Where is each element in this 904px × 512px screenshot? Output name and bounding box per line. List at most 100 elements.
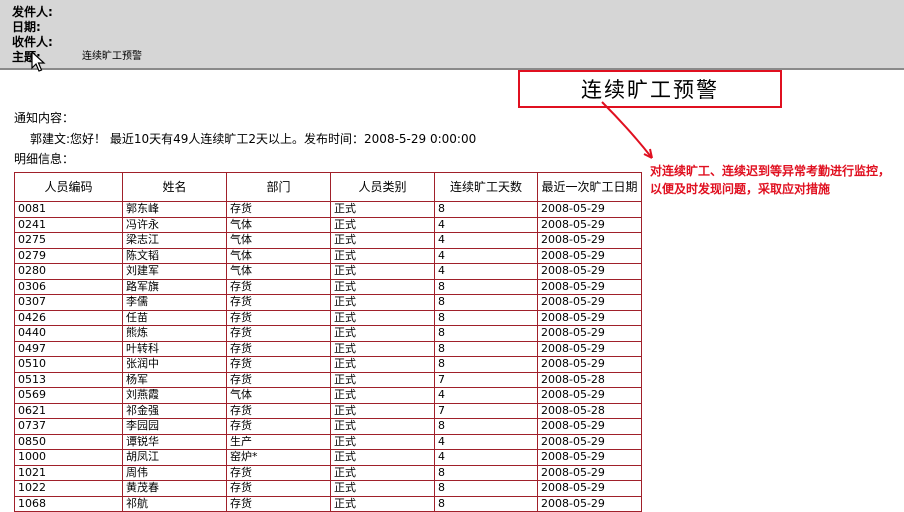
table-cell: 0426 <box>14 309 123 326</box>
header-cell: 人员类别 <box>330 172 435 202</box>
table-cell: 李儒 <box>122 294 227 311</box>
table-cell: 0440 <box>14 325 123 342</box>
table-cell: 正式 <box>330 495 435 512</box>
table-cell: 2008-05-29 <box>537 294 642 311</box>
table-cell: 2008-05-28 <box>537 371 642 388</box>
table-cell: 2008-05-29 <box>537 325 642 342</box>
table-cell: 路军旗 <box>122 278 227 295</box>
table-cell: 0307 <box>14 294 123 311</box>
table-cell: 正式 <box>330 433 435 450</box>
table-cell: 2008-05-29 <box>537 201 642 218</box>
table-cell: 正式 <box>330 294 435 311</box>
table-cell: 正式 <box>330 278 435 295</box>
table-cell: 叶转科 <box>122 340 227 357</box>
table-row: 0513 杨军 存货 正式 7 2008-05-28 <box>14 371 642 388</box>
table-cell: 8 <box>434 325 538 342</box>
table-cell: 正式 <box>330 402 435 419</box>
table-cell: 0306 <box>14 278 123 295</box>
table-cell: 周伟 <box>122 464 227 481</box>
table-cell: 气体 <box>226 263 331 280</box>
table-row: 0307 李儒 存货 正式 8 2008-05-29 <box>14 294 642 311</box>
table-cell: 张润中 <box>122 356 227 373</box>
table-cell: 正式 <box>330 464 435 481</box>
table-cell: 2008-05-29 <box>537 216 642 233</box>
table-cell: 1000 <box>14 449 123 466</box>
table-cell: 7 <box>434 371 538 388</box>
table-cell: 1022 <box>14 480 123 497</box>
table-cell: 熊炼 <box>122 325 227 342</box>
table-cell: 正式 <box>330 325 435 342</box>
detail-label: 明细信息： <box>14 152 75 166</box>
callout-note: 对连续旷工、连续迟到等异常考勤进行监控，以便及时发现问题，采取应对措施 <box>650 164 891 196</box>
table-cell: 存货 <box>226 356 331 373</box>
table-cell: 8 <box>434 418 538 435</box>
table-cell: 生产 <box>226 433 331 450</box>
table-row: 0569 刘燕霞 气体 正式 4 2008-05-29 <box>14 387 642 404</box>
table-cell: 正式 <box>330 201 435 218</box>
table-cell: 气体 <box>226 387 331 404</box>
header-cell: 最近一次旷工日期 <box>537 172 642 202</box>
table-cell: 存货 <box>226 278 331 295</box>
table-cell: 8 <box>434 340 538 357</box>
table-row: 0850 谭锐华 生产 正式 4 2008-05-29 <box>14 433 642 450</box>
table-cell: 正式 <box>330 356 435 373</box>
table-cell: 8 <box>434 278 538 295</box>
table-row: 0280 刘建军 气体 正式 4 2008-05-29 <box>14 263 642 280</box>
table-cell: 2008-05-29 <box>537 309 642 326</box>
table-row: 0306 路军旗 存货 正式 8 2008-05-29 <box>14 278 642 295</box>
table-cell: 2008-05-29 <box>537 449 642 466</box>
table-cell: 正式 <box>330 232 435 249</box>
table-cell: 杨军 <box>122 371 227 388</box>
table-cell: 存货 <box>226 325 331 342</box>
table-cell: 气体 <box>226 216 331 233</box>
table-cell: 胡凤江 <box>122 449 227 466</box>
table-cell: 2008-05-29 <box>537 418 642 435</box>
table-cell: 2008-05-29 <box>537 232 642 249</box>
table-cell: 正式 <box>330 449 435 466</box>
table-row: 1000 胡凤江 窑炉* 正式 4 2008-05-29 <box>14 449 642 466</box>
header-cell: 人员编码 <box>14 172 123 202</box>
table-row: 0279 陈文韬 气体 正式 4 2008-05-29 <box>14 247 642 264</box>
table-cell: 窑炉* <box>226 449 331 466</box>
table-cell: 2008-05-29 <box>537 247 642 264</box>
table-cell: 0280 <box>14 263 123 280</box>
table-cell: 4 <box>434 449 538 466</box>
table-cell: 正式 <box>330 480 435 497</box>
table-cell: 0513 <box>14 371 123 388</box>
table-cell: 存货 <box>226 464 331 481</box>
table-cell: 8 <box>434 464 538 481</box>
table-cell: 正式 <box>330 309 435 326</box>
table-cell: 4 <box>434 433 538 450</box>
table-cell: 正式 <box>330 371 435 388</box>
table-row: 0426 任苗 存货 正式 8 2008-05-29 <box>14 309 642 326</box>
notice-label: 通知内容： <box>14 111 75 125</box>
table-cell: 8 <box>434 201 538 218</box>
table-cell: 正式 <box>330 387 435 404</box>
table-cell: 任苗 <box>122 309 227 326</box>
table-cell: 8 <box>434 294 538 311</box>
table-cell: 存货 <box>226 371 331 388</box>
table-cell: 郭东峰 <box>122 201 227 218</box>
table-cell: 1068 <box>14 495 123 512</box>
table-cell: 2008-05-29 <box>537 433 642 450</box>
table-cell: 2008-05-28 <box>537 402 642 419</box>
table-cell: 存货 <box>226 201 331 218</box>
header-cell: 部门 <box>226 172 331 202</box>
table-row: 0737 李园园 存货 正式 8 2008-05-29 <box>14 418 642 435</box>
table-cell: 0497 <box>14 340 123 357</box>
table-row: 0440 熊炼 存货 正式 8 2008-05-29 <box>14 325 642 342</box>
table-cell: 7 <box>434 402 538 419</box>
greeting-text: 郭建文:您好！ 最近10天有49人连续旷工2天以上。发布时间：2008-5-29… <box>30 132 477 146</box>
table-cell: 1021 <box>14 464 123 481</box>
table-cell: 0621 <box>14 402 123 419</box>
table-cell: 气体 <box>226 247 331 264</box>
table-cell: 刘燕霞 <box>122 387 227 404</box>
header-cell: 连续旷工天数 <box>434 172 538 202</box>
table-cell: 存货 <box>226 402 331 419</box>
table-cell: 冯许永 <box>122 216 227 233</box>
table-cell: 2008-05-29 <box>537 464 642 481</box>
table-cell: 0279 <box>14 247 123 264</box>
table-cell: 8 <box>434 480 538 497</box>
table-cell: 气体 <box>226 232 331 249</box>
table-cell: 梁志江 <box>122 232 227 249</box>
